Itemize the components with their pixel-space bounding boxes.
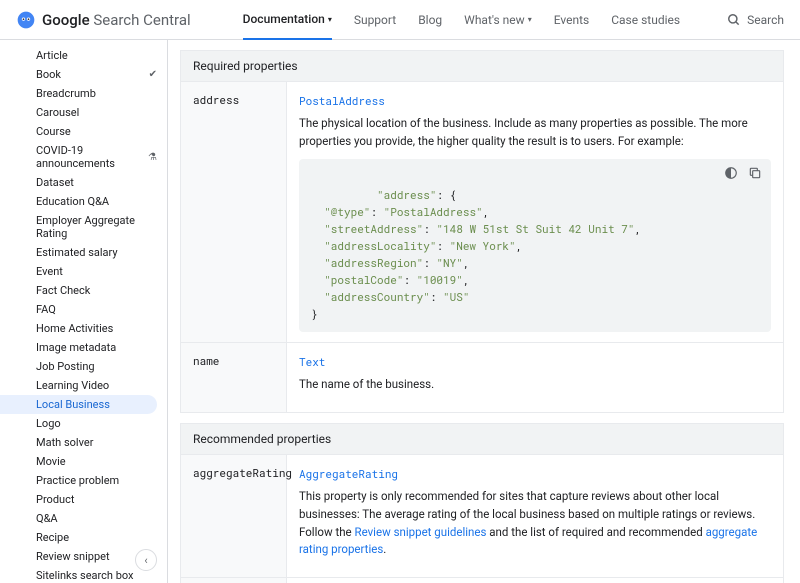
property-description: The physical location of the business. I… — [299, 115, 771, 151]
sidebar-item-label: Math solver — [36, 436, 93, 449]
sidebar-item-carousel[interactable]: Carousel — [0, 103, 167, 122]
property-name: aggregateRating — [181, 455, 287, 577]
nav-documentation[interactable]: Documentation▾ — [243, 0, 332, 40]
top-nav: Documentation▾ Support Blog What's new▾ … — [243, 0, 680, 39]
sidebar-item-label: Q&A — [36, 512, 58, 525]
sidebar-item-label: Practice problem — [36, 474, 119, 487]
sidebar-item-local-business[interactable]: Local Business — [0, 395, 157, 414]
property-name: address — [181, 82, 287, 342]
property-row-address: address PostalAddress The physical locat… — [180, 82, 784, 343]
sidebar-item-job-posting[interactable]: Job Posting — [0, 357, 167, 376]
collapse-sidebar-button[interactable]: ‹ — [135, 549, 157, 571]
sidebar-item-event[interactable]: Event — [0, 262, 167, 281]
recommended-properties-header: Recommended properties — [180, 423, 784, 455]
sidebar-item-label: FAQ — [36, 303, 56, 316]
sidebar-item-label: Product — [36, 493, 74, 506]
property-description: The name of the business. — [299, 376, 771, 394]
property-row-aggregate-rating: aggregateRating AggregateRating This pro… — [180, 455, 784, 578]
sidebar-item-estimated-salary[interactable]: Estimated salary — [0, 243, 167, 262]
sidebar-item-dataset[interactable]: Dataset — [0, 173, 167, 192]
sidebar-item-label: Book — [36, 68, 61, 81]
sidebar-item-label: Education Q&A — [36, 195, 109, 208]
sidebar-item-label: COVID-19 announcements — [36, 144, 148, 170]
code-example: "address": { "@type": "PostalAddress", "… — [299, 159, 771, 332]
logo-text: Google Search Central — [42, 11, 191, 29]
property-description: This property is only recommended for si… — [299, 488, 771, 559]
sidebar-item-book[interactable]: Book ✔ — [0, 65, 167, 84]
nav-whats-new[interactable]: What's new▾ — [464, 1, 532, 39]
sidebar-item-label: Fact Check — [36, 284, 90, 297]
sidebar-item-article[interactable]: Article — [0, 46, 167, 65]
chevron-down-icon: ▾ — [328, 15, 332, 24]
sidebar-item-course[interactable]: Course — [0, 122, 167, 141]
sidebar-item-label: Job Posting — [36, 360, 95, 373]
sidebar-item-movie[interactable]: Movie — [0, 452, 167, 471]
sidebar-item-label: Article — [36, 49, 68, 62]
sidebar-item-label: Learning Video — [36, 379, 109, 392]
sidebar-item-label: Home Activities — [36, 322, 113, 335]
sidebar-item-label: Dataset — [36, 176, 74, 189]
sidebar-item-education-q-a[interactable]: Education Q&A — [0, 192, 167, 211]
sidebar-item-label: Event — [36, 265, 63, 278]
sidebar-item-image-metadata[interactable]: Image metadata — [0, 338, 167, 357]
nav-support[interactable]: Support — [354, 1, 396, 39]
sidebar-item-label: Breadcrumb — [36, 87, 96, 100]
property-name: name — [181, 343, 287, 412]
property-type-link[interactable]: Text — [299, 353, 325, 370]
sidebar-item-fact-check[interactable]: Fact Check — [0, 281, 167, 300]
search-button[interactable]: Search — [727, 13, 784, 27]
property-type-link[interactable]: AggregateRating — [299, 465, 398, 482]
sidebar-item-q-a[interactable]: Q&A — [0, 509, 167, 528]
sidebar-item-home-activities[interactable]: Home Activities — [0, 319, 167, 338]
top-header: Google Search Central Documentation▾ Sup… — [0, 0, 800, 40]
sidebar-item-label: Estimated salary — [36, 246, 118, 259]
search-label: Search — [747, 13, 784, 27]
property-row-department: department LocalBusiness A nested item f… — [180, 578, 784, 583]
review-snippet-link[interactable]: Review snippet guidelines — [355, 525, 487, 539]
copy-icon — [748, 166, 762, 180]
nav-case-studies[interactable]: Case studies — [611, 1, 680, 39]
sidebar-item-label: Logo — [36, 417, 61, 430]
property-row-name: name Text The name of the business. — [180, 343, 784, 413]
sidebar-item-label: Image metadata — [36, 341, 116, 354]
sidebar-item-breadcrumb[interactable]: Breadcrumb — [0, 84, 167, 103]
copy-button[interactable] — [747, 165, 763, 181]
main-content: Required properties address PostalAddres… — [168, 40, 800, 583]
sidebar-item-faq[interactable]: FAQ — [0, 300, 167, 319]
sidebar-item-math-solver[interactable]: Math solver — [0, 433, 167, 452]
nav-blog[interactable]: Blog — [418, 1, 442, 39]
sidebar-item-practice-problem[interactable]: Practice problem — [0, 471, 167, 490]
property-type-link[interactable]: PostalAddress — [299, 92, 385, 109]
nav-events[interactable]: Events — [554, 1, 590, 39]
sidebar-item-learning-video[interactable]: Learning Video — [0, 376, 167, 395]
sidebar-item-product[interactable]: Product — [0, 490, 167, 509]
sidebar-item-label: Course — [36, 125, 71, 138]
chevron-left-icon: ‹ — [144, 554, 147, 567]
dark-mode-icon — [724, 166, 738, 180]
verified-icon: ✔ — [149, 69, 157, 80]
sidebar-item-recipe[interactable]: Recipe — [0, 528, 167, 547]
theme-toggle-button[interactable] — [723, 165, 739, 181]
sidebar-item-employer-aggregate-rating[interactable]: Employer Aggregate Rating — [0, 211, 167, 243]
chevron-down-icon: ▾ — [528, 15, 532, 24]
sidebar-item-label: Review snippet — [36, 550, 110, 563]
sidebar-item-label: Carousel — [36, 106, 79, 119]
experiment-icon: ⚗ — [148, 152, 157, 163]
sidebar-item-label: Movie — [36, 455, 66, 468]
sidebar-item-logo[interactable]: Logo — [0, 414, 167, 433]
sidebar-item-covid-19-announcements[interactable]: COVID-19 announcements⚗ — [0, 141, 167, 173]
sidebar-item-label: Recipe — [36, 531, 69, 544]
property-name: department — [181, 578, 287, 583]
required-properties-header: Required properties — [180, 50, 784, 82]
search-icon — [727, 13, 741, 27]
sidebar: Article Book ✔ Breadcrumb Carousel Course COVI… — [0, 40, 168, 583]
google-bot-icon — [16, 10, 36, 30]
sidebar-item-label: Sitelinks search box — [36, 569, 134, 582]
sidebar-item-label: Employer Aggregate Rating — [36, 214, 167, 240]
logo[interactable]: Google Search Central — [16, 10, 191, 30]
sidebar-item-label: Local Business — [36, 398, 110, 411]
